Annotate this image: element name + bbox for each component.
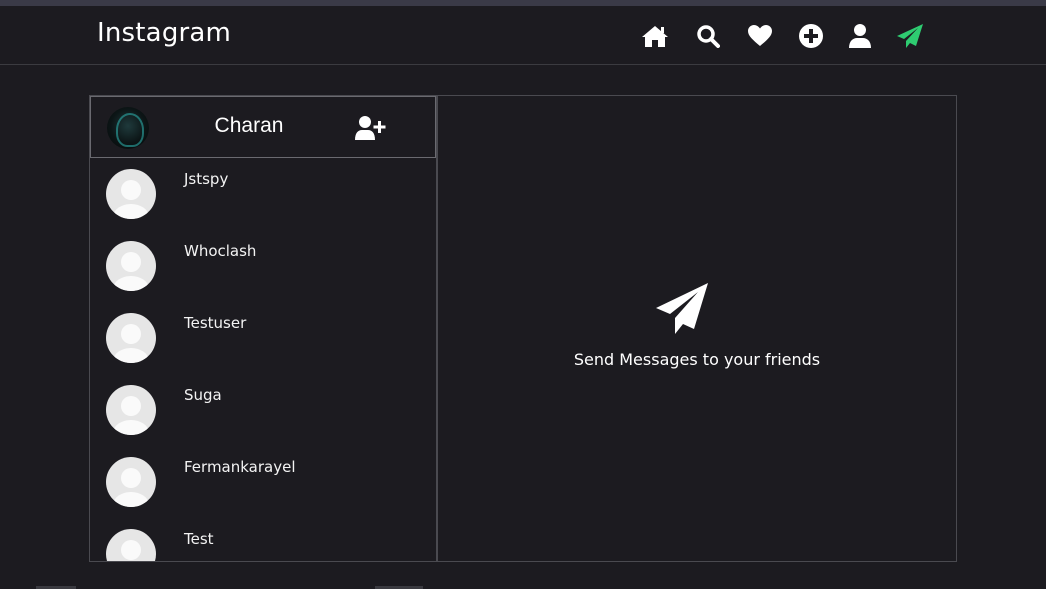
list-item[interactable]: Jstspy [90,158,436,230]
user-name: Test [184,530,214,548]
list-item[interactable]: Test [90,518,436,561]
avatar [106,241,156,291]
conversation-sidebar: Charan Jstspy Whoclash Testuser Suga Fer… [90,96,438,561]
list-item[interactable]: Testuser [90,302,436,374]
user-name: Jstspy [184,170,229,188]
paper-plane-icon [654,282,710,336]
empty-state-text: Send Messages to your friends [573,350,821,369]
home-icon[interactable] [640,22,670,50]
user-name: Whoclash [184,242,257,260]
paper-plane-icon[interactable] [895,22,925,50]
plus-circle-icon[interactable] [796,22,826,50]
sidebar-header: Charan [90,96,436,158]
navbar: Instagram [0,6,1046,65]
list-item[interactable]: Fermankarayel [90,446,436,518]
messenger-panel: Charan Jstspy Whoclash Testuser Suga Fer… [89,95,957,562]
avatar [106,385,156,435]
user-name: Fermankarayel [184,458,296,476]
user-name: Suga [184,386,222,404]
heart-icon[interactable] [745,22,775,50]
brand-title[interactable]: Instagram [97,18,231,48]
list-item[interactable]: Suga [90,374,436,446]
list-item[interactable]: Whoclash [90,230,436,302]
search-icon[interactable] [693,22,723,50]
avatar [106,313,156,363]
user-plus-icon[interactable] [355,115,387,141]
user-icon[interactable] [845,22,875,50]
avatar [106,169,156,219]
user-name: Testuser [184,314,247,332]
chat-area: Send Messages to your friends [438,96,956,561]
avatar [106,457,156,507]
avatar [106,529,156,561]
